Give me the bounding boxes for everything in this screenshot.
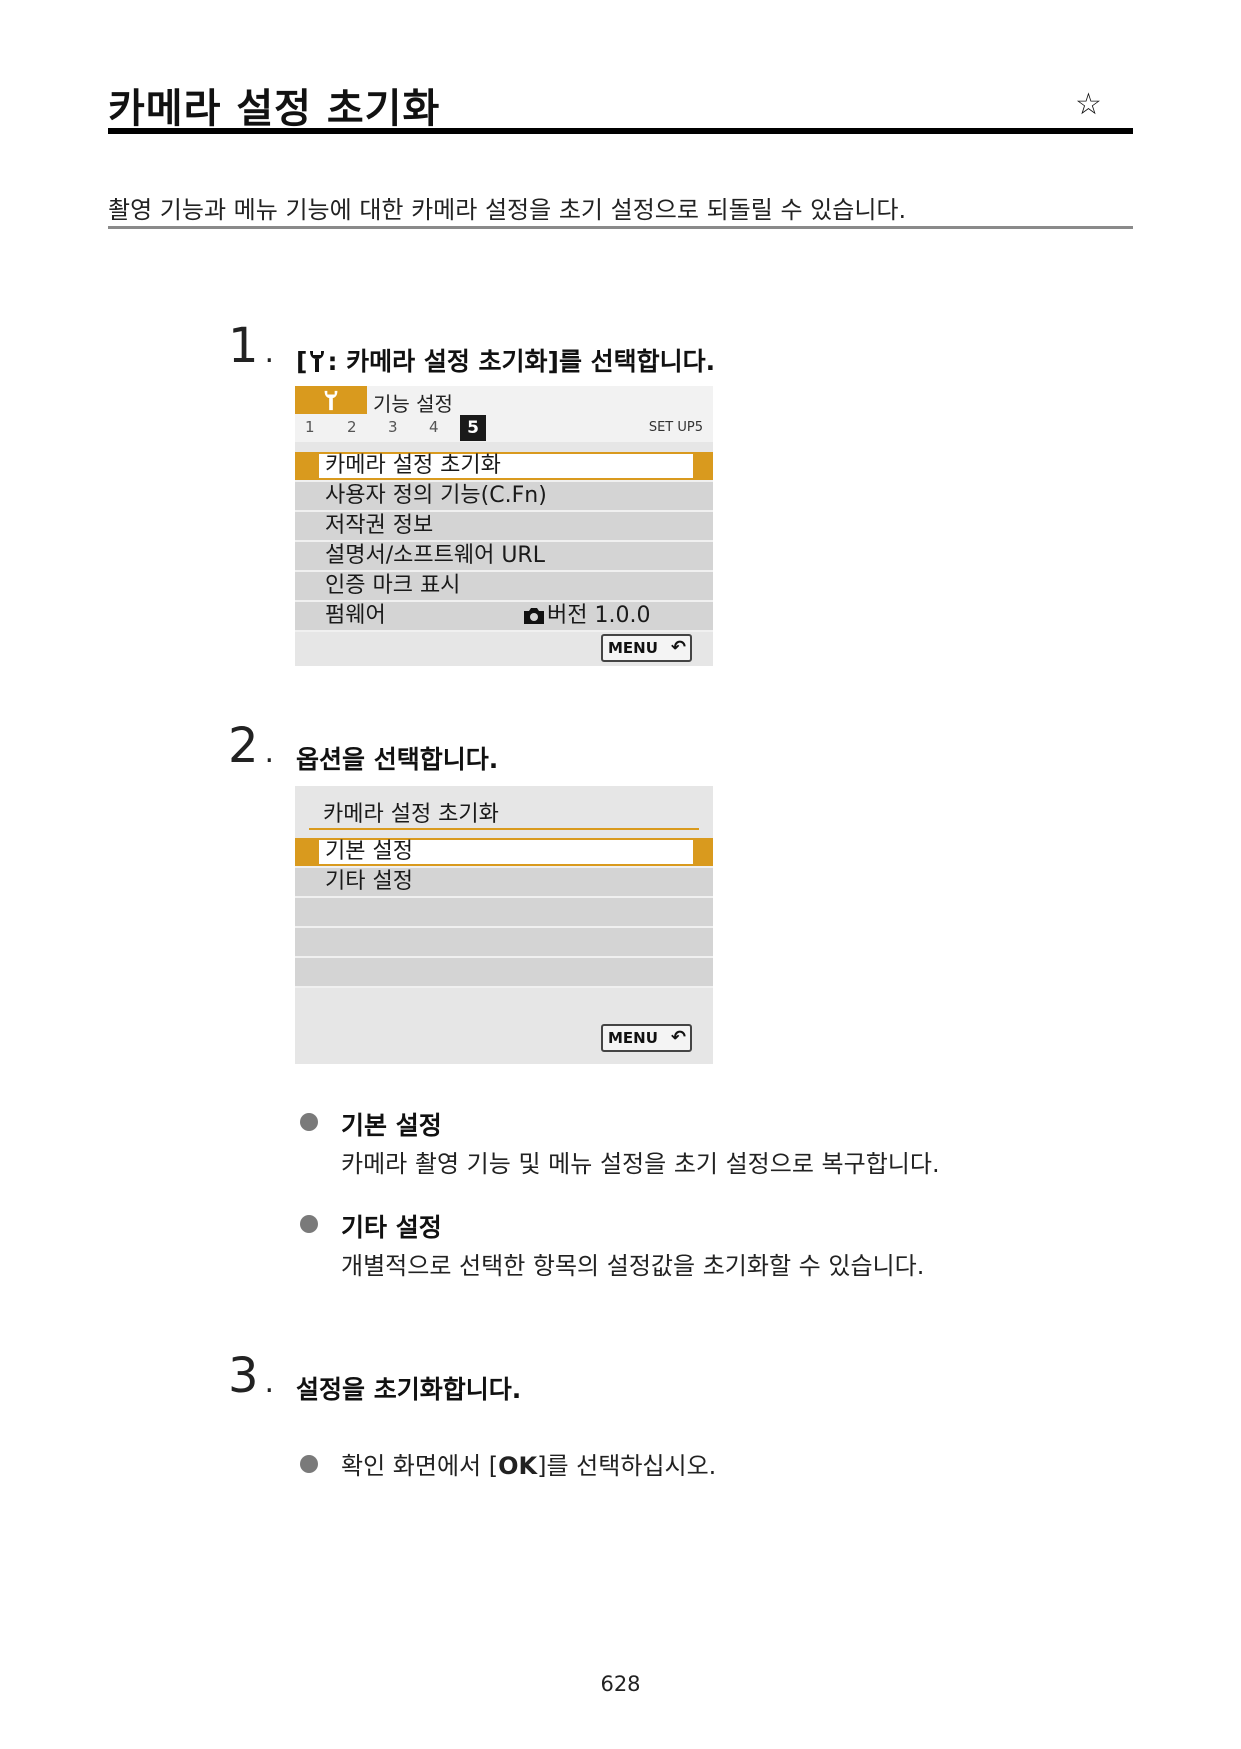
- wrench-icon: [310, 351, 325, 372]
- step-1-text: [: 카메라 설정 초기화]를 선택합니다.: [296, 347, 716, 376]
- menu-item-firmware[interactable]: 펌웨어 버전 1.0.0: [295, 602, 713, 632]
- title-divider: [108, 128, 1133, 134]
- menu-item-manual-url[interactable]: 설명서/소프트웨어 URL: [295, 542, 713, 572]
- screen-title-divider: [309, 828, 699, 830]
- page-title: 카메라 설정 초기화: [108, 86, 441, 132]
- option-other-settings[interactable]: 기타 설정: [295, 868, 713, 898]
- screen-tab-bar: 기능 설정: [295, 386, 713, 416]
- screen-tab-title: 기능 설정: [373, 392, 453, 416]
- firmware-version: 버전 1.0.0: [547, 603, 651, 628]
- step-2-number: 2.: [228, 718, 275, 774]
- bullet-confirm-text: 확인 화면에서 [OK]를 선택하십시오.: [341, 1452, 717, 1480]
- return-arrow-icon: ↶: [670, 1027, 686, 1048]
- intro-text: 촬영 기능과 메뉴 기능에 대한 카메라 설정을 초기 설정으로 되돌릴 수 있…: [108, 196, 907, 224]
- screen-page-tabs: 1 2 3 4 5 SET UP5: [295, 414, 713, 442]
- bullet-icon: [300, 1215, 318, 1233]
- bullet-icon: [300, 1455, 318, 1473]
- page-tab-3[interactable]: 3: [388, 418, 398, 436]
- bullet-basic-desc: 카메라 촬영 기능 및 메뉴 설정을 초기 설정으로 복구합니다.: [341, 1150, 940, 1178]
- menu-back-button[interactable]: MENU ↶: [601, 1024, 692, 1052]
- empty-row: [295, 898, 713, 928]
- setup-tab[interactable]: [295, 386, 367, 414]
- return-arrow-icon: ↶: [670, 637, 686, 658]
- step-1-number: 1.: [228, 318, 275, 374]
- step-3-text: 설정을 초기화합니다.: [296, 1375, 522, 1404]
- bullet-basic-title: 기본 설정: [341, 1111, 442, 1140]
- camera-screen-setup: 기능 설정 1 2 3 4 5 SET UP5 카메라 설정 초기화 사용자 정…: [295, 386, 713, 666]
- page-tab-4[interactable]: 4: [429, 418, 439, 436]
- page-tab-5[interactable]: 5: [460, 415, 486, 441]
- page-number: 628: [600, 1672, 641, 1696]
- page-tab-2[interactable]: 2: [347, 418, 357, 436]
- screen-title: 카메라 설정 초기화: [323, 802, 499, 827]
- camera-icon: [524, 608, 544, 624]
- bullet-other-desc: 개별적으로 선택한 항목의 설정값을 초기화할 수 있습니다.: [341, 1252, 925, 1280]
- intro-divider: [108, 226, 1133, 229]
- wrench-icon: [324, 390, 338, 411]
- empty-row: [295, 928, 713, 958]
- step-3-number: 3.: [228, 1348, 275, 1404]
- step-2-text: 옵션을 선택합니다.: [296, 745, 499, 774]
- setup-page-label: SET UP5: [648, 420, 703, 435]
- bullet-other-title: 기타 설정: [341, 1213, 442, 1242]
- option-basic-settings[interactable]: 기본 설정: [295, 838, 713, 868]
- empty-row: [295, 958, 713, 988]
- menu-item-copyright[interactable]: 저작권 정보: [295, 512, 713, 542]
- bullet-icon: [300, 1113, 318, 1131]
- camera-screen-reset-options: 카메라 설정 초기화 기본 설정 기타 설정 MENU ↶: [295, 786, 713, 1064]
- menu-back-button[interactable]: MENU ↶: [601, 634, 692, 662]
- page-tab-1[interactable]: 1: [305, 418, 315, 436]
- ok-label: OK: [498, 1452, 538, 1480]
- menu-item-certification[interactable]: 인증 마크 표시: [295, 572, 713, 602]
- menu-item-custom-functions[interactable]: 사용자 정의 기능(C.Fn): [295, 482, 713, 512]
- menu-item-camera-reset[interactable]: 카메라 설정 초기화: [295, 452, 713, 482]
- star-icon: ☆: [1075, 87, 1102, 122]
